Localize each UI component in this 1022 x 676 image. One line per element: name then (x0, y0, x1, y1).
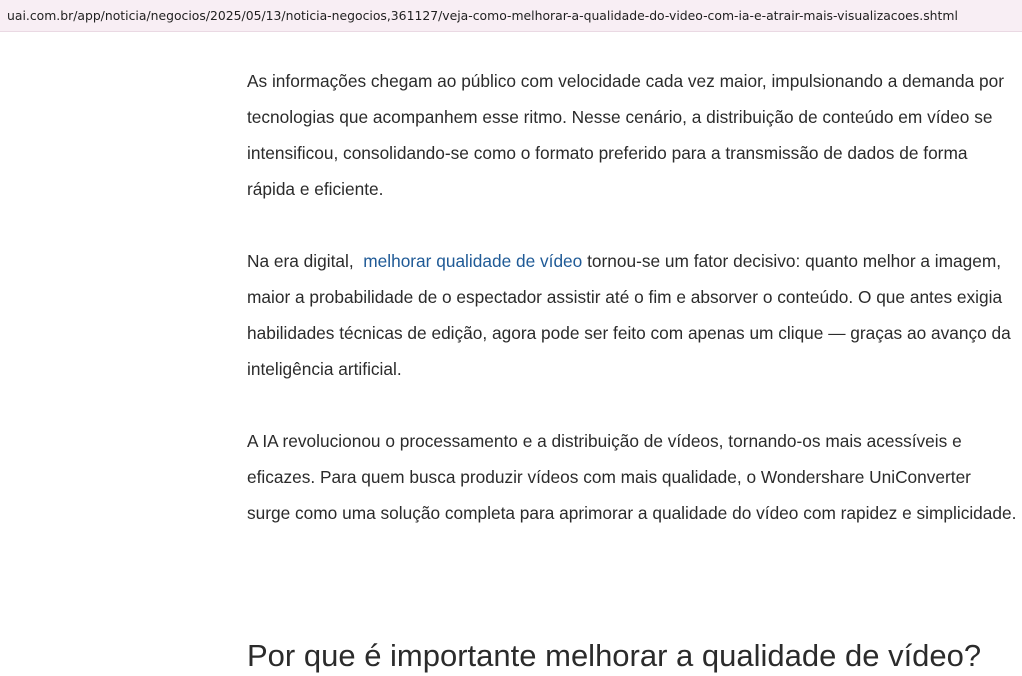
section-heading: Por que é importante melhorar a qualidad… (247, 638, 982, 673)
article-paragraph: Na era digital, melhorar qualidade de ví… (247, 243, 1017, 387)
video-quality-link[interactable]: melhorar qualidade de vídeo (363, 251, 582, 271)
article-paragraph: A IA revolucionou o processamento e a di… (247, 431, 1017, 523)
article-paragraph: As informações chegam ao público com vel… (247, 71, 1004, 199)
paragraph-text: Na era digital, (247, 251, 364, 271)
article-body: As informações chegam ao público com vel… (247, 63, 1017, 567)
address-bar[interactable]: uai.com.br/app/noticia/negocios/2025/05/… (0, 0, 1022, 32)
url-text[interactable]: uai.com.br/app/noticia/negocios/2025/05/… (7, 8, 958, 23)
